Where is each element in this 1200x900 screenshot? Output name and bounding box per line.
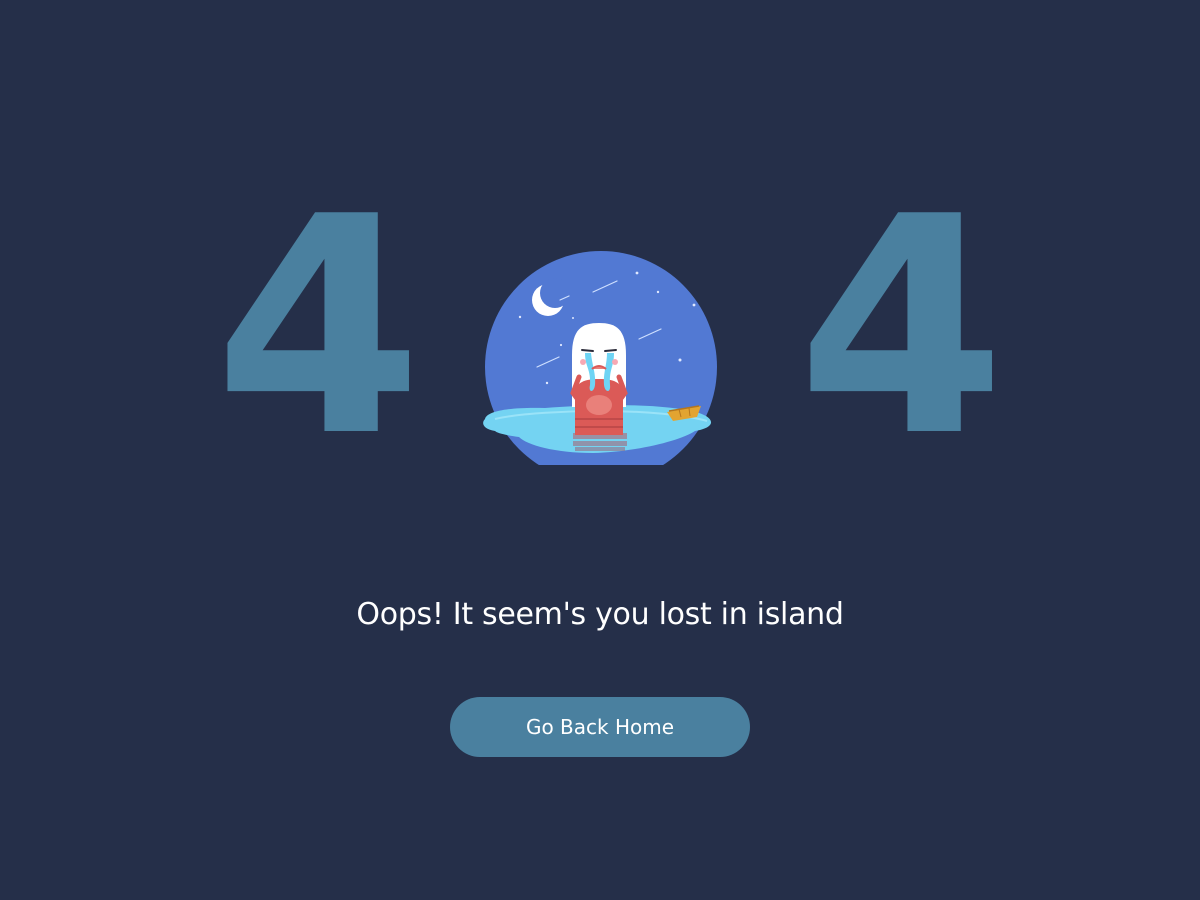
crying-girl-on-island-icon (483, 251, 717, 465)
girl-reflection (573, 433, 627, 451)
go-back-home-button[interactable]: Go Back Home (450, 697, 750, 757)
error-code-digit-left: 4 (214, 153, 423, 502)
girl (570, 323, 628, 435)
error-page: 4 4 Oops! It seem's you lost in island G… (0, 0, 1200, 900)
error-code-digit-right: 4 (797, 153, 1006, 502)
error-message: Oops! It seem's you lost in island (356, 597, 844, 632)
